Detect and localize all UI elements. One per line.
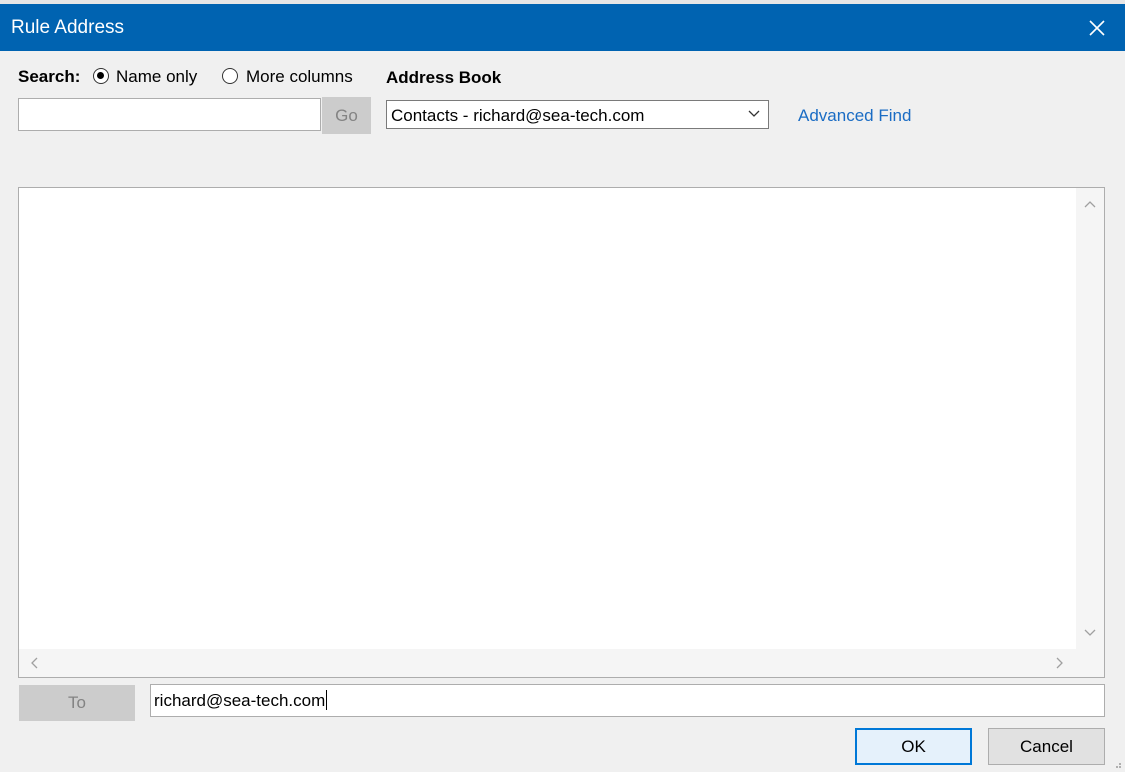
to-input-text: richard@sea-tech.com bbox=[154, 691, 326, 710]
close-button[interactable] bbox=[1069, 4, 1125, 51]
rule-address-dialog: Rule Address Search: Name only More colu… bbox=[0, 0, 1125, 772]
radio-name-only[interactable] bbox=[93, 68, 109, 84]
title-bar[interactable]: Rule Address bbox=[0, 4, 1125, 51]
radio-selected-dot bbox=[97, 72, 104, 79]
resize-grip-icon[interactable] bbox=[1112, 759, 1122, 769]
dialog-title: Rule Address bbox=[11, 17, 125, 38]
address-book-dropdown[interactable]: Contacts - richard@sea-tech.com bbox=[386, 100, 769, 129]
radio-name-only-label[interactable]: Name only bbox=[116, 67, 197, 87]
go-button[interactable]: Go bbox=[322, 97, 371, 134]
scroll-left-icon[interactable] bbox=[30, 657, 38, 669]
text-caret bbox=[326, 690, 328, 710]
address-book-label: Address Book bbox=[386, 68, 502, 87]
search-input[interactable] bbox=[18, 98, 321, 131]
address-list[interactable] bbox=[18, 187, 1105, 678]
to-input[interactable]: richard@sea-tech.com bbox=[150, 684, 1105, 717]
vertical-scrollbar[interactable] bbox=[1076, 188, 1104, 649]
to-input-value: richard@sea-tech.com bbox=[154, 690, 328, 711]
chevron-down-icon bbox=[748, 110, 760, 117]
search-label: Search: bbox=[18, 67, 81, 86]
radio-more-columns-label[interactable]: More columns bbox=[246, 67, 353, 87]
scroll-up-icon[interactable] bbox=[1084, 200, 1096, 208]
close-icon bbox=[1089, 19, 1105, 36]
to-button[interactable]: To bbox=[19, 685, 135, 721]
radio-more-columns[interactable] bbox=[222, 68, 238, 84]
scroll-down-icon[interactable] bbox=[1084, 629, 1096, 637]
ok-button[interactable]: OK bbox=[855, 728, 972, 765]
address-book-selected: Contacts - richard@sea-tech.com bbox=[391, 106, 645, 125]
cancel-button[interactable]: Cancel bbox=[988, 728, 1105, 765]
advanced-find-link[interactable]: Advanced Find bbox=[798, 106, 911, 126]
scroll-right-icon[interactable] bbox=[1056, 657, 1064, 669]
horizontal-scrollbar[interactable] bbox=[19, 649, 1104, 677]
